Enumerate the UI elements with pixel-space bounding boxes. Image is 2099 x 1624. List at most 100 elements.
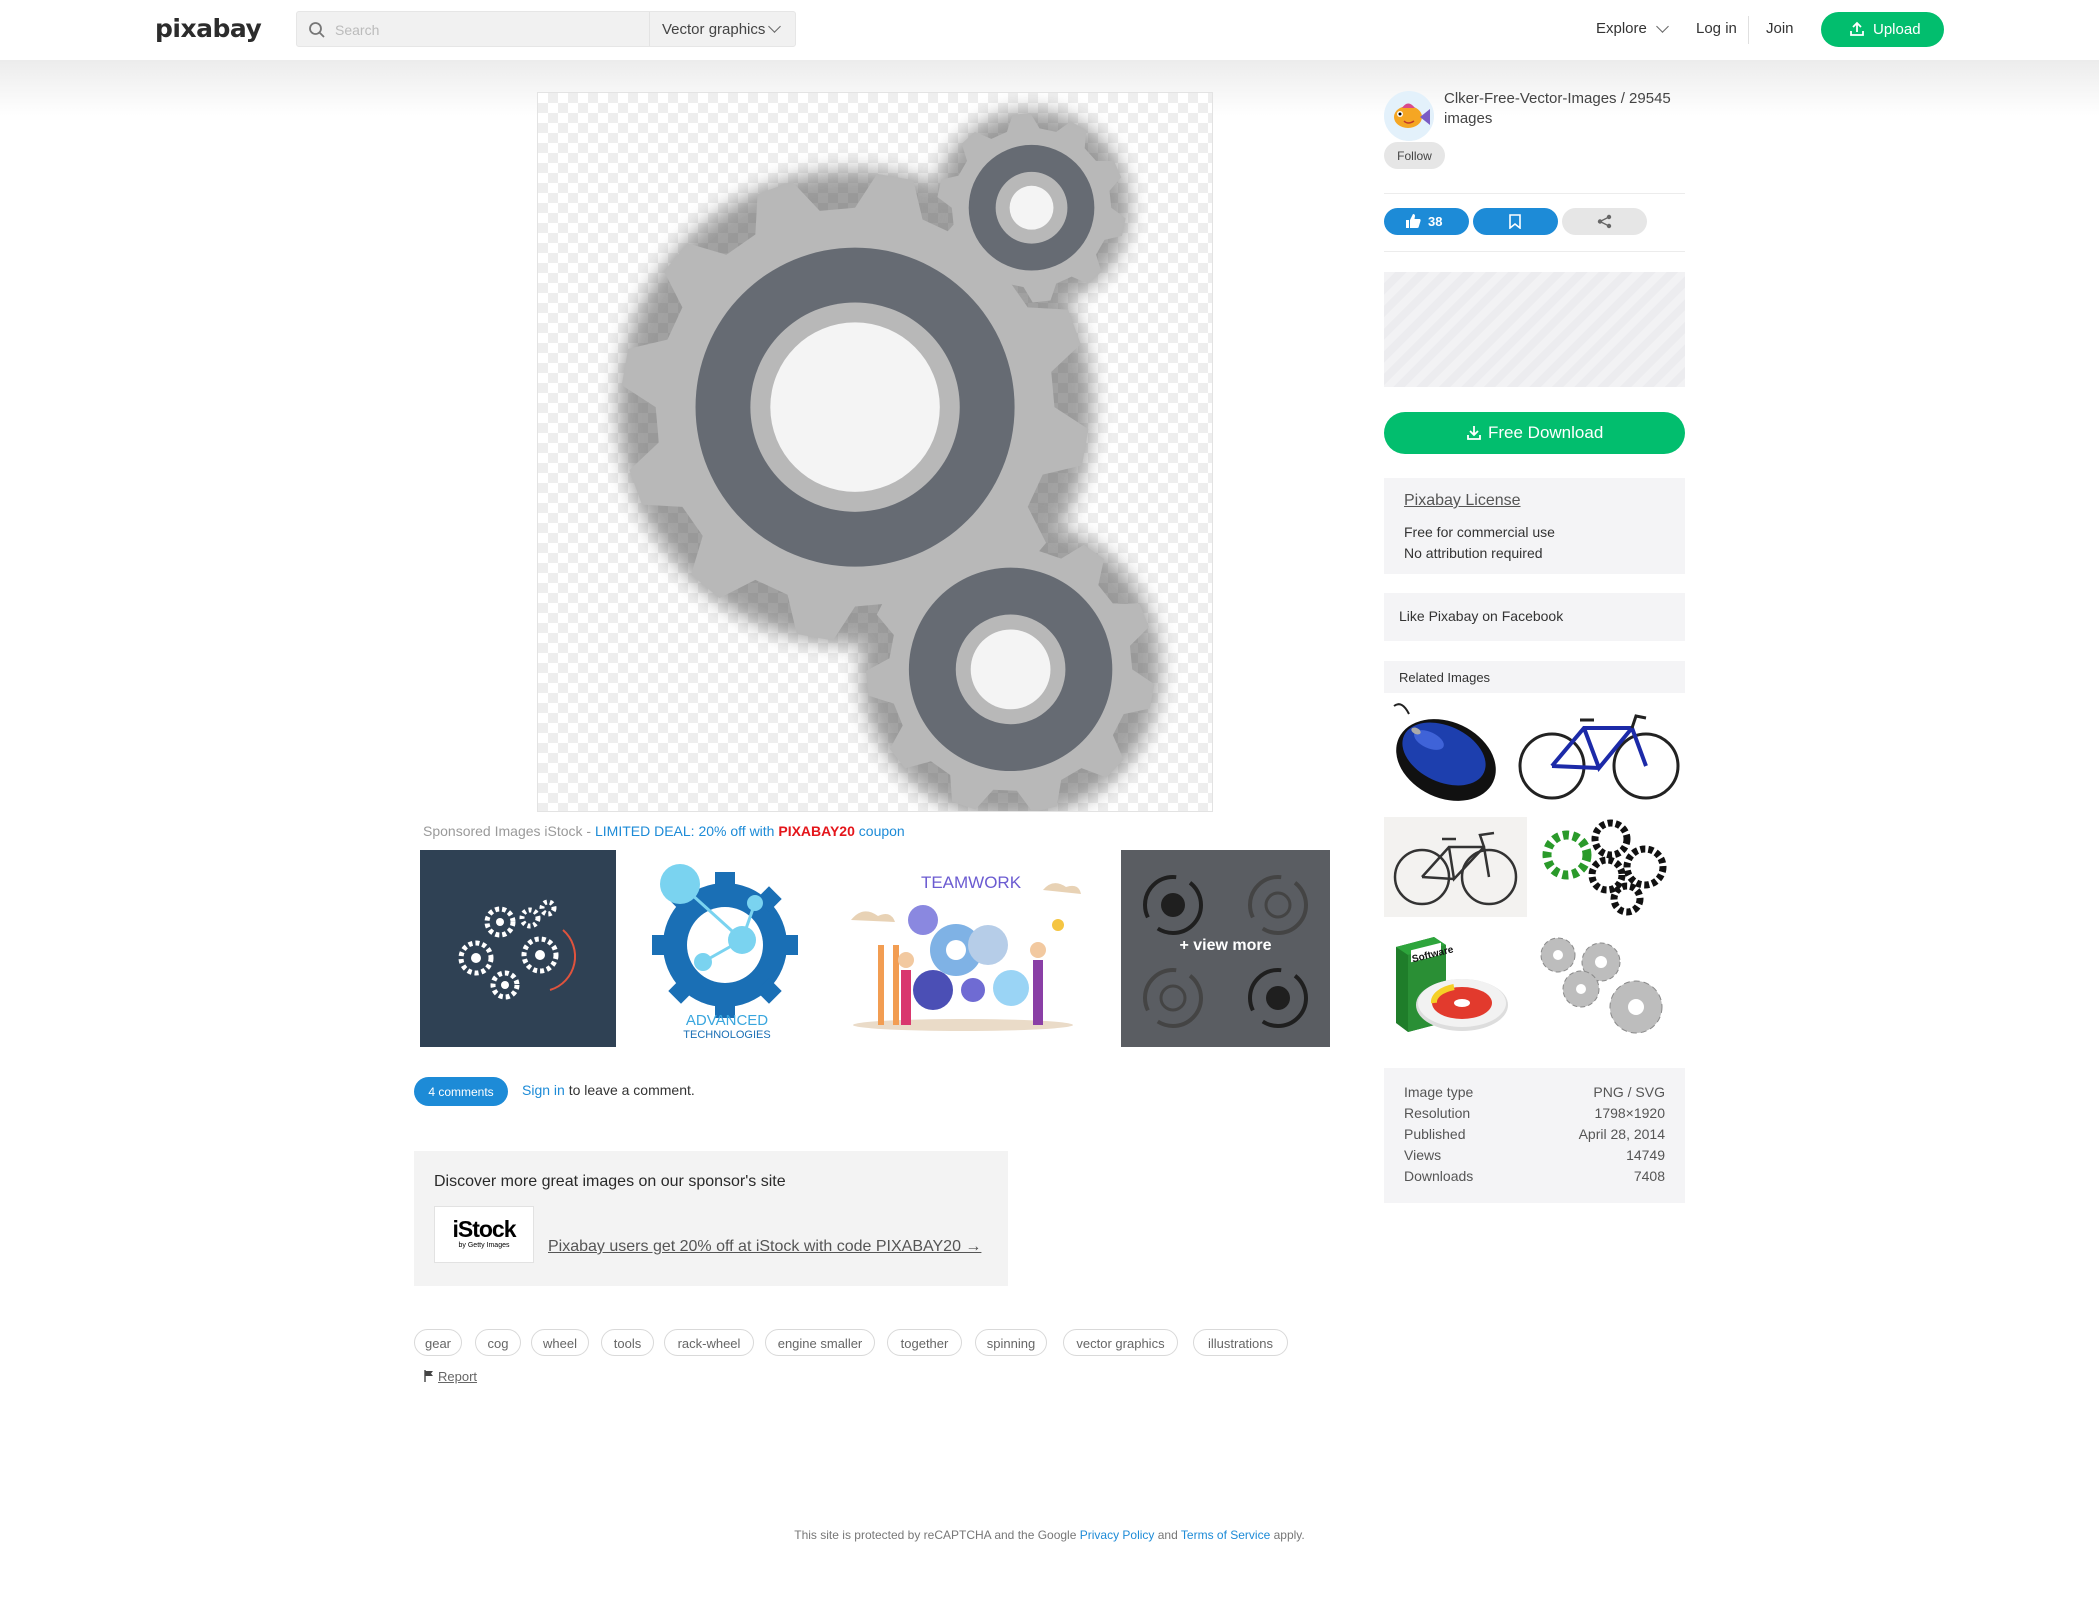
meta-row-published: Published April 28, 2014 (1404, 1126, 1665, 1147)
license-box: Pixabay License Free for commercial use … (1384, 478, 1685, 574)
author-avatar[interactable] (1384, 91, 1434, 141)
tag-vector-graphics[interactable]: vector graphics (1063, 1329, 1178, 1356)
sponsored-thumb-view-more[interactable]: + view more (1121, 850, 1330, 1047)
sponsored-thumb-gears-dark[interactable] (420, 850, 616, 1047)
license-commercial-use: Free for commercial use (1404, 524, 1555, 540)
explore-menu[interactable]: Explore (1596, 20, 1669, 37)
meta-value: 1798×1920 (1594, 1105, 1665, 1121)
meta-label: Resolution (1404, 1105, 1471, 1121)
search-bar: Vector graphics (296, 11, 796, 47)
tag-tools[interactable]: tools (601, 1329, 654, 1356)
divider (1384, 251, 1685, 252)
like-button[interactable]: 38 (1384, 208, 1469, 235)
tag-together[interactable]: together (887, 1329, 962, 1356)
advanced-technologies-image: ADVANCED TECHNOLOGIES (627, 850, 823, 1047)
gears-illustration (617, 110, 1161, 811)
small-gear-hole (1009, 185, 1054, 230)
meta-row-resolution: Resolution 1798×1920 (1404, 1105, 1665, 1126)
tag-gear[interactable]: gear (414, 1329, 462, 1356)
share-button[interactable] (1562, 208, 1647, 235)
coupon-code[interactable]: PIXABAY20 (778, 823, 855, 839)
gears-dark-image (420, 850, 616, 1047)
comments-count-badge[interactable]: 4 comments (414, 1077, 508, 1106)
download-icon (1467, 426, 1481, 440)
bookmark-button[interactable] (1473, 208, 1558, 235)
privacy-policy-link[interactable]: Privacy Policy (1080, 1528, 1155, 1542)
software-box-image: Software (1396, 937, 1508, 1032)
meta-row-views: Views 14749 (1404, 1147, 1665, 1168)
fish-avatar-image (1384, 91, 1434, 141)
advanced-text: ADVANCED (686, 1012, 768, 1029)
facebook-like-box[interactable]: Like Pixabay on Facebook (1384, 593, 1685, 641)
tag-engine-smaller[interactable]: engine smaller (765, 1329, 875, 1356)
thumbs-up-icon (1406, 214, 1421, 228)
main-image-gears[interactable] (537, 92, 1213, 812)
meta-value: April 28, 2014 (1578, 1126, 1665, 1142)
technologies-text: TECHNOLOGIES (683, 1029, 770, 1041)
pixabay-logo[interactable]: pixabay (155, 14, 262, 43)
sponsored-prefix: Sponsored Images iStock - (423, 823, 595, 839)
meta-row-downloads: Downloads 7408 (1404, 1168, 1665, 1189)
meta-value: 7408 (1633, 1168, 1665, 1184)
follow-button[interactable]: Follow (1384, 142, 1445, 169)
istock-offer-link[interactable]: Pixabay users get 20% off at iStock with… (548, 1238, 981, 1256)
author-name-link[interactable]: Clker-Free-Vector-Images / 29545 images (1444, 89, 1699, 129)
meta-value: 14749 (1626, 1147, 1665, 1163)
istock-logo-name: iStock (452, 1216, 516, 1242)
share-icon (1597, 214, 1612, 229)
large-gear-hole (770, 322, 940, 492)
tag-illustrations[interactable]: illustrations (1193, 1329, 1288, 1356)
free-download-label: Free Download (1488, 423, 1604, 442)
tag-cog[interactable]: cog (475, 1329, 521, 1356)
upload-button[interactable]: Upload (1821, 12, 1944, 47)
signin-prompt: Sign in to leave a comment. (522, 1082, 695, 1098)
sponsored-thumb-advanced-technologies[interactable]: ADVANCED TECHNOLOGIES (627, 850, 823, 1047)
related-image-vintage-bike[interactable] (1384, 817, 1527, 917)
sponsored-thumb-teamwork[interactable]: TEAMWORK (833, 850, 1092, 1047)
search-input[interactable] (335, 18, 635, 42)
teamwork-text: TEAMWORK (921, 873, 1022, 892)
signin-suffix: to leave a comment. (564, 1082, 695, 1098)
sponsored-images-line: Sponsored Images iStock - LIMITED DEAL: … (423, 823, 905, 839)
deal-suffix[interactable]: coupon (855, 823, 905, 839)
meta-label: Published (1404, 1126, 1466, 1142)
image-details-box: Image type PNG / SVG Resolution 1798×192… (1384, 1068, 1685, 1203)
signin-link[interactable]: Sign in (522, 1082, 565, 1098)
tag-rack-wheel[interactable]: rack-wheel (664, 1329, 754, 1356)
join-link[interactable]: Join (1766, 20, 1794, 37)
media-type-dropdown[interactable]: Vector graphics (649, 12, 797, 46)
upload-icon (1850, 21, 1864, 36)
chevron-down-icon (768, 20, 781, 33)
related-image-silver-gears[interactable] (1526, 927, 1685, 1045)
search-icon[interactable] (308, 21, 326, 39)
related-image-black-gears[interactable] (1535, 817, 1685, 917)
view-more-label[interactable]: + view more (1121, 937, 1330, 955)
related-images-heading: Related Images (1384, 661, 1685, 693)
vintage-bike-image (1384, 817, 1527, 917)
black-green-gears-image (1542, 819, 1667, 916)
istock-logo[interactable]: iStock by Getty Images (434, 1206, 534, 1263)
nav-divider (1748, 16, 1749, 44)
login-link[interactable]: Log in (1696, 20, 1737, 37)
related-image-software-box[interactable]: Software (1384, 927, 1511, 1045)
top-navigation-bar: pixabay Vector graphics Explore Log in J… (0, 0, 2099, 60)
sponsor-title: Discover more great images on our sponso… (434, 1173, 786, 1190)
istock-logo-subtitle: by Getty Images (458, 1242, 510, 1249)
related-image-mouse[interactable] (1384, 698, 1502, 808)
tag-wheel[interactable]: wheel (531, 1329, 589, 1356)
explore-label: Explore (1596, 20, 1647, 37)
medium-gear-hole (970, 629, 1051, 710)
report-link[interactable]: Report (424, 1369, 477, 1384)
tag-spinning[interactable]: spinning (975, 1329, 1047, 1356)
recaptcha-prefix: This site is protected by reCAPTCHA and … (794, 1528, 1080, 1542)
deal-text[interactable]: LIMITED DEAL: 20% off with (595, 823, 778, 839)
meta-label: Views (1404, 1147, 1442, 1163)
terms-of-service-link[interactable]: Terms of Service (1181, 1528, 1270, 1542)
silver-gears-image (1540, 937, 1663, 1034)
free-download-button[interactable]: Free Download (1384, 412, 1685, 454)
sponsor-box: Discover more great images on our sponso… (414, 1151, 1008, 1286)
license-link[interactable]: Pixabay License (1404, 492, 1521, 510)
related-image-road-bike[interactable] (1514, 698, 1684, 808)
recaptcha-and: and (1154, 1528, 1181, 1542)
divider (1384, 193, 1685, 194)
